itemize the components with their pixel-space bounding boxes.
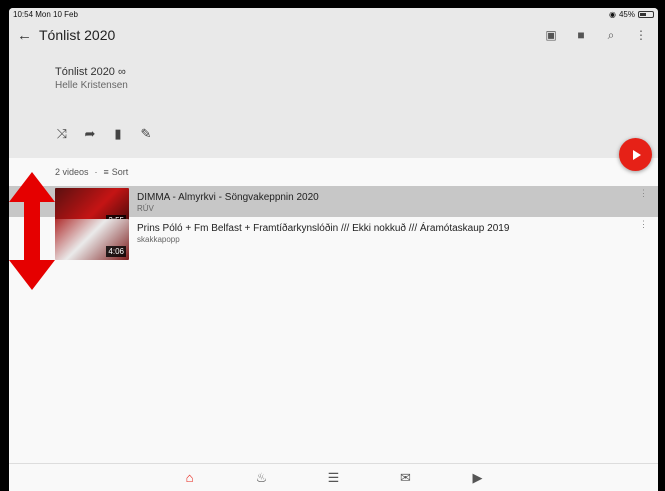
trending-icon[interactable]: ♨ [254, 470, 270, 486]
video-thumbnail[interactable]: 4:06 [55, 219, 129, 260]
video-count: 2 videos [55, 167, 89, 177]
edit-icon[interactable]: ✎ [139, 126, 153, 142]
delete-icon[interactable]: ▮ [111, 126, 125, 142]
page-title: Tónlist 2020 [39, 27, 116, 43]
video-row[interactable]: 4:06 Prins Póló + Fm Belfast + Framtíðar… [9, 217, 658, 260]
playlist-meta: 2 videos · ≡ Sort [55, 167, 129, 177]
shuffle-icon[interactable]: ⤨ [55, 126, 69, 142]
video-channel: RÚV [137, 204, 154, 213]
wifi-icon: ◉ [609, 9, 616, 19]
bottom-nav: ⌂ ♨ ☰ ✉ ▶ [9, 463, 658, 491]
status-date: Mon 10 Feb [35, 9, 78, 19]
playlist-header: Tónlist 2020 ∞ Helle Kristensen ⤨ ➦ ▮ ✎ [9, 50, 658, 158]
video-duration: 4:06 [106, 246, 126, 257]
sort-button[interactable]: ≡ Sort [104, 167, 129, 177]
drag-reorder-arrow-icon [9, 172, 55, 290]
play-all-button[interactable] [619, 138, 652, 171]
sort-icon: ≡ [103, 167, 109, 177]
playlist-title: Tónlist 2020 [55, 66, 115, 78]
status-time: 10:54 [13, 9, 34, 19]
library-icon[interactable]: ▶ [470, 470, 486, 486]
more-vert-icon[interactable]: ⋮ [639, 219, 648, 230]
play-icon [632, 149, 641, 160]
home-icon[interactable]: ⌂ [182, 470, 198, 485]
video-title[interactable]: Prins Póló + Fm Belfast + Framtíðarkynsl… [137, 223, 509, 234]
back-arrow-icon[interactable]: ← [17, 27, 39, 44]
link-icon: ∞ [118, 66, 126, 78]
share-icon[interactable]: ➦ [83, 126, 97, 142]
video-title[interactable]: DIMMA - Almyrkvi - Söngvakeppnin 2020 [137, 192, 319, 203]
playlist-tools: ⤨ ➦ ▮ ✎ [55, 126, 153, 142]
more-vert-icon[interactable]: ⋮ [639, 188, 648, 199]
battery-percent: 45% [618, 9, 635, 19]
video-row[interactable]: 2:55 DIMMA - Almyrkvi - Söngvakeppnin 20… [9, 186, 658, 229]
video-channel: skakkapopp [137, 235, 180, 244]
video-camera-icon[interactable]: ■ [574, 28, 588, 42]
playlist-owner: Helle Kristensen [55, 80, 128, 91]
subscriptions-icon[interactable]: ☰ [326, 470, 342, 486]
app-screen: 10:54 Mon 10 Feb ◉ 45% ← Tónlist 2020 ▣ … [9, 8, 658, 491]
search-icon[interactable]: ⌕ [604, 28, 618, 43]
battery-icon [638, 10, 654, 18]
more-vert-icon[interactable]: ⋮ [634, 28, 648, 42]
sort-label: Sort [111, 167, 129, 177]
status-bar: 10:54 Mon 10 Feb ◉ 45% [9, 8, 658, 20]
inbox-icon[interactable]: ✉ [398, 470, 414, 486]
app-bar: ← Tónlist 2020 ▣ ■ ⌕ ⋮ [9, 20, 658, 50]
cast-icon[interactable]: ▣ [544, 28, 558, 42]
